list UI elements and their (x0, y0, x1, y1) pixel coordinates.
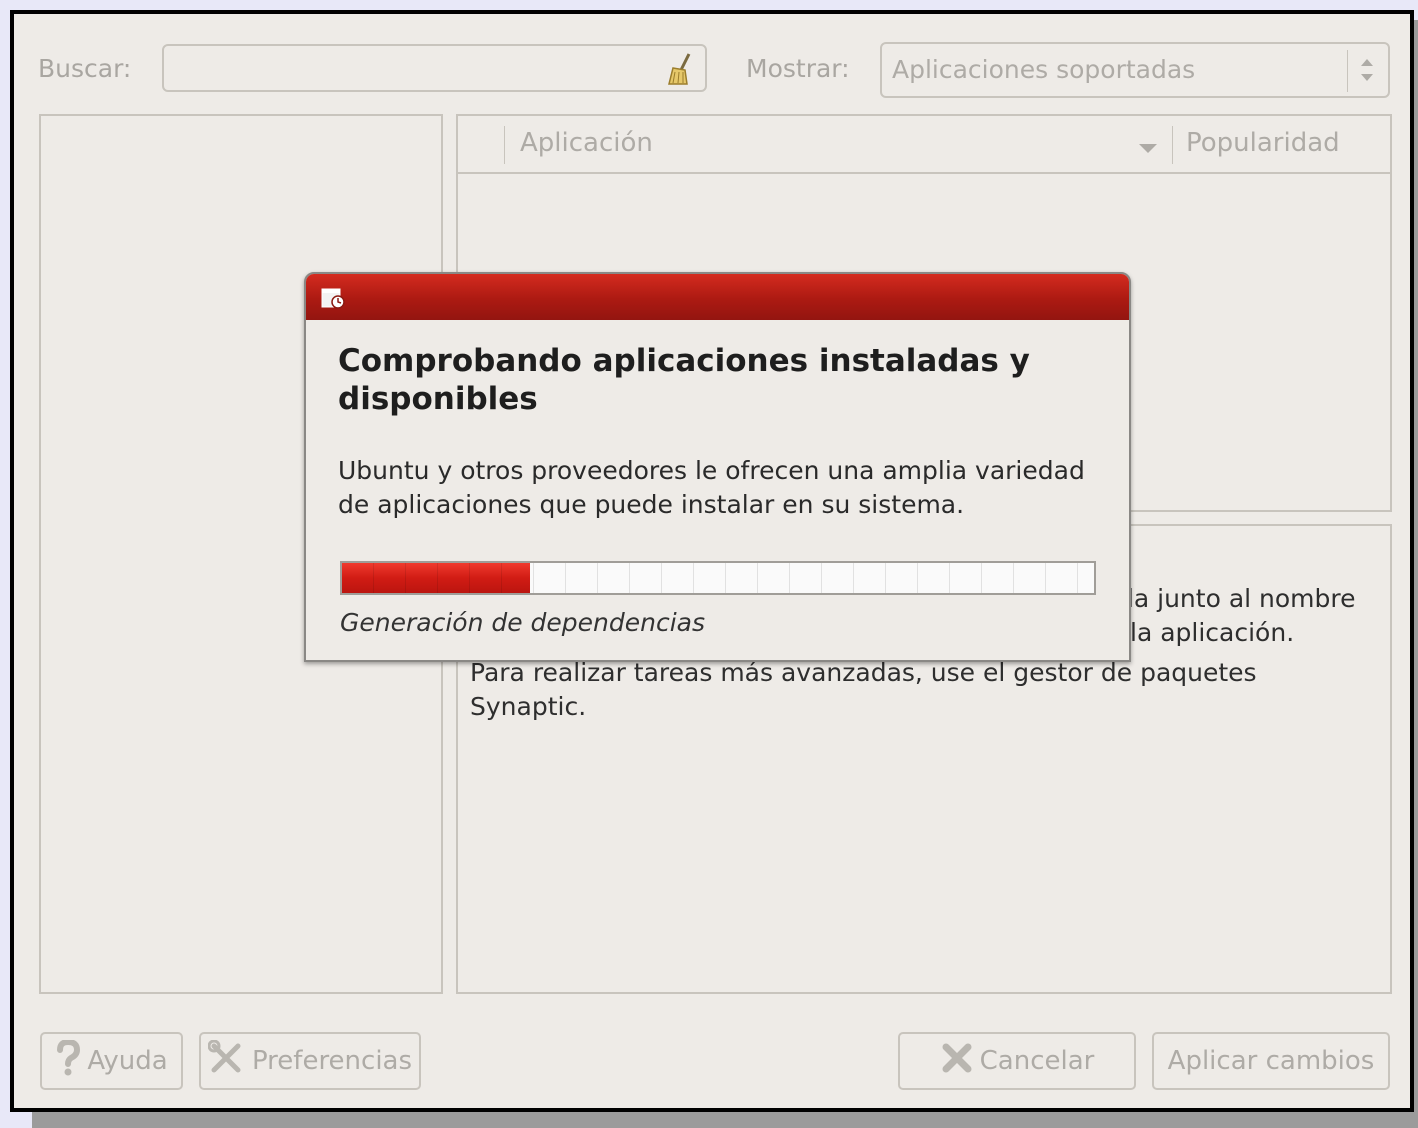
progress-ticks (342, 563, 1094, 593)
column-header-application[interactable]: Aplicación (520, 128, 653, 158)
window-shadow-bottom (32, 1110, 1418, 1128)
apply-label: Aplicar cambios (1167, 1046, 1375, 1076)
add-remove-window: Buscar: Mostrar: Aplicaciones soportadas (10, 10, 1414, 1112)
description-line: Synaptic. (470, 692, 587, 721)
preferences-label: Preferencias (251, 1046, 413, 1076)
description-line: la aplicación. (1130, 618, 1295, 647)
tools-icon (207, 1039, 246, 1083)
filter-label: Mostrar: (746, 54, 850, 83)
cancel-label: Cancelar (979, 1046, 1095, 1076)
dialog-body-text: Ubuntu y otros proveedores le ofrecen un… (338, 456, 1085, 519)
list-header: Aplicación Popularidad (458, 116, 1390, 174)
description-line: da junto al nombre (1118, 584, 1356, 613)
filter-selected-value: Aplicaciones soportadas (892, 55, 1196, 84)
column-separator (1172, 126, 1173, 164)
window-icon (320, 286, 348, 314)
progress-status-text: Generación de dependencias (340, 608, 706, 637)
updown-arrows-icon (1358, 54, 1376, 90)
dialog-titlebar[interactable] (306, 274, 1129, 320)
broom-icon[interactable] (663, 52, 697, 92)
chevron-down-icon[interactable] (1138, 140, 1158, 159)
search-label: Buscar: (38, 54, 132, 83)
column-header-popularity[interactable]: Popularidad (1186, 128, 1340, 158)
combo-separator (1347, 50, 1348, 92)
help-icon (55, 1038, 81, 1083)
help-label: Ayuda (87, 1046, 168, 1076)
dialog-heading: Comprobando aplicaciones instaladas y di… (338, 343, 1030, 417)
progress-dialog: Comprobando aplicaciones instaladas y di… (304, 272, 1131, 662)
close-icon (940, 1041, 974, 1082)
apply-changes-button[interactable]: Aplicar cambios (1152, 1032, 1390, 1090)
help-button[interactable]: Ayuda (40, 1032, 183, 1090)
column-separator (504, 126, 505, 164)
search-input[interactable] (162, 44, 707, 92)
filter-combobox[interactable]: Aplicaciones soportadas (880, 42, 1390, 98)
cancel-button[interactable]: Cancelar (898, 1032, 1136, 1090)
preferences-button[interactable]: Preferencias (199, 1032, 421, 1090)
progress-bar (340, 561, 1096, 595)
